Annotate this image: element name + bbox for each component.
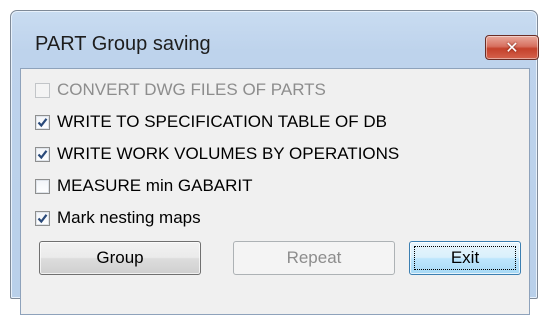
repeat-button-label: Repeat	[286, 248, 342, 267]
checkbox-mark-nesting-maps[interactable]	[35, 210, 50, 226]
close-button[interactable]: ✕	[485, 35, 539, 60]
option-label: MEASURE min GABARIT	[57, 176, 253, 195]
dialog-window: PART Group saving ✕ CONVERT DWG FILES OF…	[10, 10, 539, 315]
option-convert-dwg: CONVERT DWG FILES OF PARTS	[35, 79, 326, 101]
title-bar[interactable]: PART Group saving	[11, 11, 537, 63]
checkmark-icon	[37, 149, 48, 159]
exit-button-label: Exit	[450, 248, 480, 267]
option-label: WRITE WORK VOLUMES BY OPERATIONS	[57, 144, 400, 163]
option-mark-nesting-maps[interactable]: Mark nesting maps	[35, 207, 201, 229]
checkbox-convert-dwg	[35, 82, 50, 98]
option-label: Mark nesting maps	[57, 208, 201, 227]
group-button-label: Group	[96, 248, 144, 267]
close-icon: ✕	[505, 38, 519, 57]
checkmark-icon	[37, 117, 48, 127]
option-write-work-volumes[interactable]: WRITE WORK VOLUMES BY OPERATIONS	[35, 143, 399, 165]
exit-button[interactable]: Exit	[409, 241, 521, 275]
dialog-body: CONVERT DWG FILES OF PARTS WRITE TO SPEC…	[20, 68, 530, 315]
option-write-spec-table[interactable]: WRITE TO SPECIFICATION TABLE OF DB	[35, 111, 387, 133]
checkbox-write-spec-table[interactable]	[35, 114, 50, 130]
checkmark-icon	[37, 213, 48, 223]
checkbox-measure-gabarit[interactable]	[35, 178, 50, 194]
option-label: WRITE TO SPECIFICATION TABLE OF DB	[57, 112, 387, 131]
repeat-button[interactable]: Repeat	[233, 241, 395, 275]
option-label: CONVERT DWG FILES OF PARTS	[57, 80, 326, 99]
group-button[interactable]: Group	[39, 241, 201, 275]
window-title: PART Group saving	[35, 33, 211, 55]
option-measure-gabarit[interactable]: MEASURE min GABARIT	[35, 175, 253, 197]
checkbox-write-work-volumes[interactable]	[35, 146, 50, 162]
